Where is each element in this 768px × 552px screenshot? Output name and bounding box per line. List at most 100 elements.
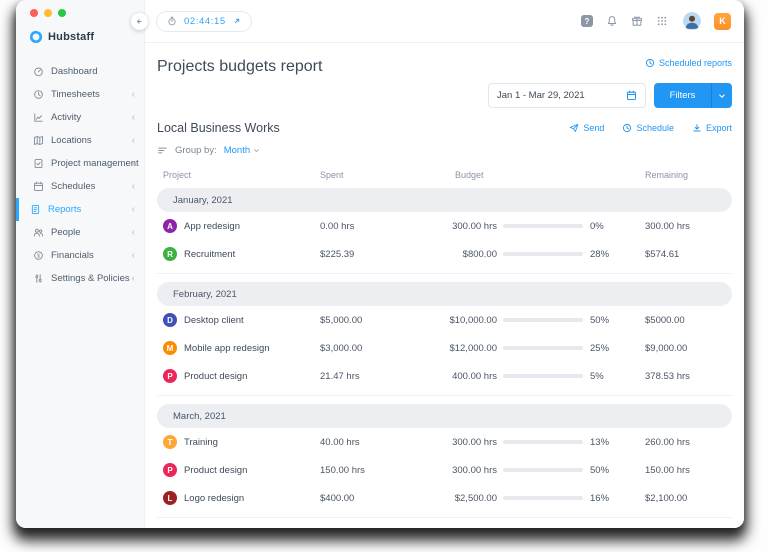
schedule-button[interactable]: Schedule xyxy=(622,123,674,133)
budget-progress-bar xyxy=(503,468,583,472)
sidebar-item-timesheets[interactable]: Timesheets ‹ xyxy=(16,83,144,106)
sidebar-item-schedules[interactable]: Schedules ‹ xyxy=(16,175,144,198)
report-content: Projects budgets report Scheduled report… xyxy=(145,43,744,528)
spent-value: $5,000.00 xyxy=(320,315,440,326)
activity-icon xyxy=(33,112,44,123)
close-window-button[interactable] xyxy=(30,9,38,17)
project-name[interactable]: App redesign xyxy=(184,221,240,232)
budget-value: 300.00 hrs xyxy=(440,465,497,476)
budget-progress-bar xyxy=(503,496,583,500)
date-range-picker[interactable]: Jan 1 - Mar 29, 2021 xyxy=(488,83,646,108)
map-icon xyxy=(33,135,44,146)
sidebar-item-people[interactable]: People ‹ xyxy=(16,221,144,244)
page-title: Projects budgets report xyxy=(157,58,322,76)
filters-button[interactable]: Filters xyxy=(654,83,732,108)
sliders-icon xyxy=(33,273,44,284)
spent-value: 40.00 hrs xyxy=(320,437,440,448)
stopwatch-icon xyxy=(167,16,177,26)
export-download-icon xyxy=(692,123,702,133)
sidebar-item-locations[interactable]: Locations ‹ xyxy=(16,129,144,152)
filters-button-label[interactable]: Filters xyxy=(654,83,711,108)
budget-progress-bar xyxy=(503,440,583,444)
project-name[interactable]: Desktop client xyxy=(184,315,244,326)
project-row: P Product design 150.00 hrs 300.00 hrs 5… xyxy=(157,456,732,484)
scheduled-reports-link[interactable]: Scheduled reports xyxy=(645,58,732,68)
apps-grid-icon[interactable] xyxy=(656,15,668,27)
app-window: Hubstaff Dashboard ‹ Timesheets ‹ Activi… xyxy=(16,0,744,528)
timer-widget[interactable]: 02:44:15 xyxy=(156,11,252,32)
sidebar-item-settings-policies[interactable]: Settings & Policies ‹ xyxy=(16,267,144,290)
user-avatar[interactable] xyxy=(683,12,701,30)
project-name[interactable]: Product design xyxy=(184,371,247,382)
group-by-label: Group by: xyxy=(175,145,217,156)
project-row: P Product design 21.47 hrs 400.00 hrs 5%… xyxy=(157,362,732,390)
chevron-left-icon: ‹ xyxy=(132,205,135,215)
minimize-window-button[interactable] xyxy=(44,9,52,17)
report-actions: Send Schedule Export xyxy=(569,123,732,133)
people-icon xyxy=(33,227,44,238)
budget-value: 300.00 hrs xyxy=(440,221,497,232)
sidebar-collapse-button[interactable] xyxy=(131,13,148,30)
budget-percent: 0% xyxy=(590,221,604,232)
project-row: M Mobile app redesign $3,000.00 $12,000.… xyxy=(157,334,732,362)
filters-dropdown-toggle[interactable] xyxy=(711,83,732,108)
column-header-remaining: Remaining xyxy=(645,170,732,180)
group-by-dropdown[interactable]: Month xyxy=(224,145,260,156)
back-arrow-icon xyxy=(135,17,144,26)
project-avatar: D xyxy=(163,313,177,327)
calendar-icon xyxy=(626,90,637,101)
column-header-project: Project xyxy=(157,170,320,180)
spent-value: $3,000.00 xyxy=(320,343,440,354)
project-name[interactable]: Product design xyxy=(184,465,247,476)
sidebar-item-financials[interactable]: $ Financials ‹ xyxy=(16,244,144,267)
budget-value: $10,000.00 xyxy=(440,315,497,326)
spent-value: 21.47 hrs xyxy=(320,371,440,382)
sidebar-item-dashboard[interactable]: Dashboard ‹ xyxy=(16,60,144,83)
budget-percent: 28% xyxy=(590,249,609,260)
gift-icon[interactable] xyxy=(631,15,643,27)
budget-value: $2,500.00 xyxy=(440,493,497,504)
project-name[interactable]: Training xyxy=(184,437,218,448)
topbar: 02:44:15 ? K xyxy=(145,0,744,43)
sidebar-item-reports[interactable]: Reports ‹ xyxy=(16,198,144,221)
app-logo: Hubstaff xyxy=(16,17,144,44)
budget-progress-bar xyxy=(503,252,583,256)
table-body: January, 2021 A App redesign 0.00 hrs 30… xyxy=(157,188,732,518)
spent-value: 150.00 hrs xyxy=(320,465,440,476)
budget-value: $12,000.00 xyxy=(440,343,497,354)
notifications-bell-icon[interactable] xyxy=(606,15,618,27)
budget-progress-bar xyxy=(503,374,583,378)
help-icon[interactable]: ? xyxy=(581,15,593,27)
column-header-budget: Budget xyxy=(440,170,645,180)
section-divider xyxy=(157,517,732,518)
budget-progress-bar xyxy=(503,224,583,228)
project-avatar: P xyxy=(163,369,177,383)
budget-percent: 25% xyxy=(590,343,609,354)
project-avatar: R xyxy=(163,247,177,261)
budget-value: 400.00 hrs xyxy=(440,371,497,382)
export-button[interactable]: Export xyxy=(692,123,732,133)
sidebar-item-activity[interactable]: Activity ‹ xyxy=(16,106,144,129)
main-area: 02:44:15 ? K xyxy=(145,0,744,528)
project-row: A App redesign 0.00 hrs 300.00 hrs 0% 30… xyxy=(157,212,732,240)
section-divider xyxy=(157,395,732,396)
project-avatar: P xyxy=(163,463,177,477)
month-group-header: March, 2021 xyxy=(157,404,732,428)
open-timer-icon[interactable] xyxy=(233,17,241,25)
project-name[interactable]: Recruitment xyxy=(184,249,235,260)
spent-value: 0.00 hrs xyxy=(320,221,440,232)
remaining-value: $9,000.00 xyxy=(645,343,732,354)
month-group-header: January, 2021 xyxy=(157,188,732,212)
spent-value: $400.00 xyxy=(320,493,440,504)
sidebar-menu: Dashboard ‹ Timesheets ‹ Activity ‹ Loca… xyxy=(16,60,144,290)
send-button[interactable]: Send xyxy=(569,123,604,133)
project-name[interactable]: Logo redesign xyxy=(184,493,244,504)
month-group-header: February, 2021 xyxy=(157,282,732,306)
project-name[interactable]: Mobile app redesign xyxy=(184,343,270,354)
chevron-left-icon: ‹ xyxy=(132,159,135,169)
zoom-window-button[interactable] xyxy=(58,9,66,17)
section-divider xyxy=(157,273,732,274)
organization-badge[interactable]: K xyxy=(714,13,731,30)
sidebar-item-project-management[interactable]: Project management ‹ xyxy=(16,152,144,175)
clock-icon xyxy=(33,89,44,100)
